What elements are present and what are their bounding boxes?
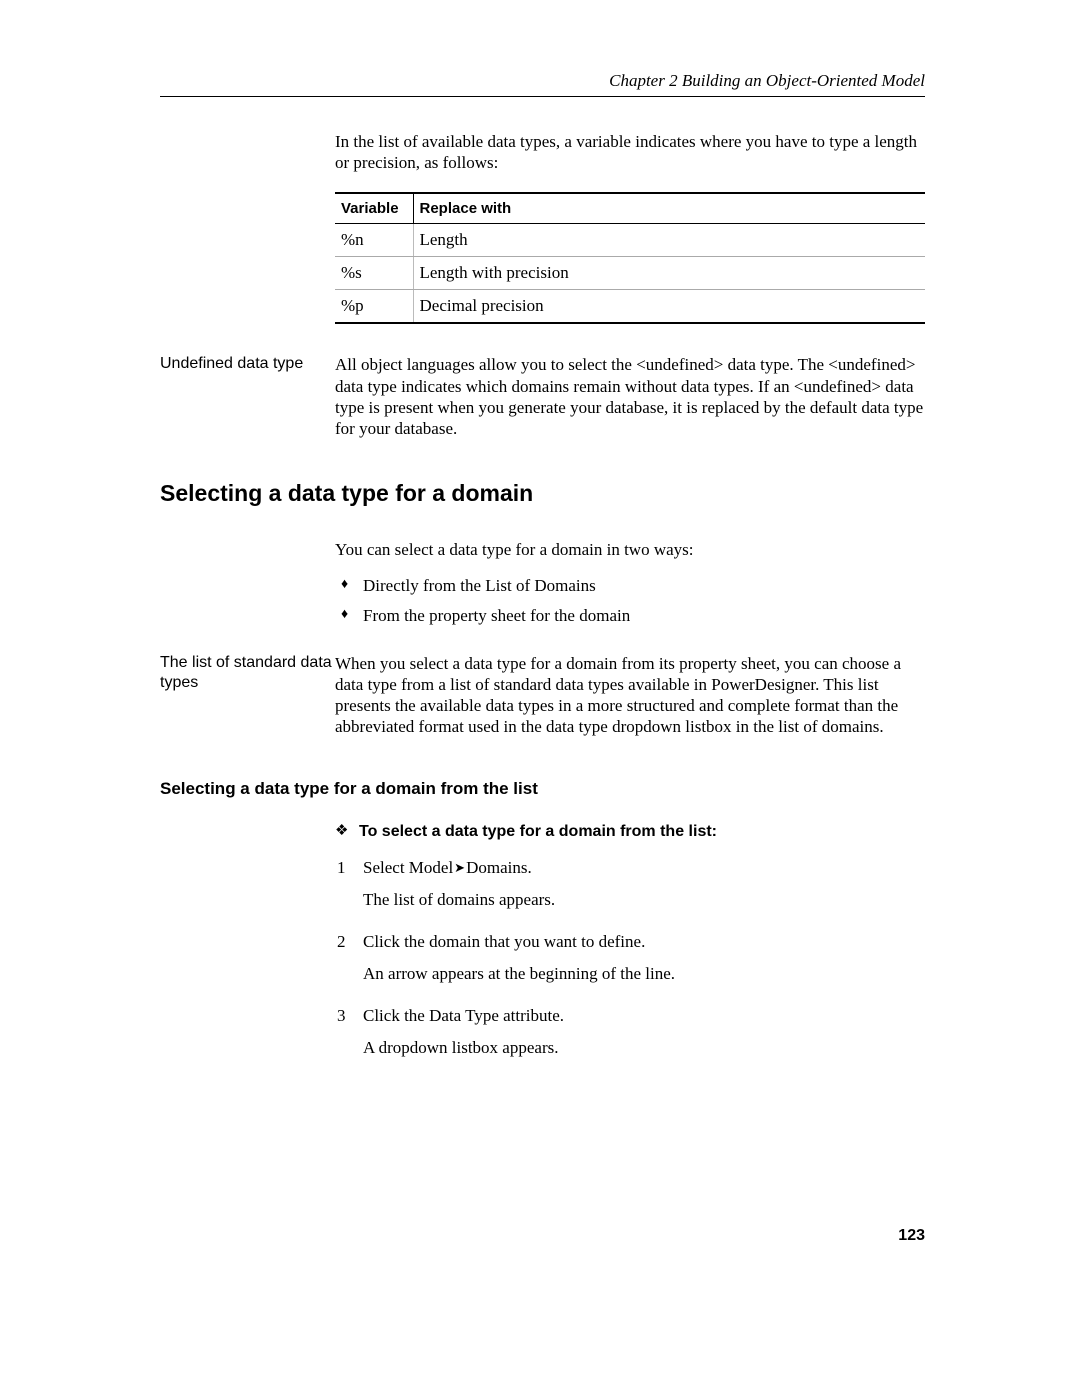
bullet-list: ♦ Directly from the List of Domains ♦ Fr… xyxy=(335,575,925,627)
table-row: %s Length with precision xyxy=(335,257,925,290)
intro-block: You can select a data type for a domain … xyxy=(160,539,925,634)
table-cell: %n xyxy=(335,224,413,257)
bullet-text: From the property sheet for the domain xyxy=(363,605,630,627)
step-result: A dropdown listbox appears. xyxy=(363,1037,925,1059)
step-number: 3 xyxy=(335,1005,363,1027)
variable-table: Variable Replace with %n Length %s Lengt… xyxy=(335,192,925,325)
page-number: 123 xyxy=(898,1226,925,1247)
step-number: 1 xyxy=(335,857,363,879)
step: 3 Click the Data Type attribute. A dropd… xyxy=(335,1005,925,1059)
table-cell: %s xyxy=(335,257,413,290)
list-item: ♦ From the property sheet for the domain xyxy=(335,605,925,627)
side-body: When you select a data type for a domain… xyxy=(335,653,925,738)
menu-arrow-icon: ➤ xyxy=(453,860,466,875)
step-action: Select Model➤Domains. xyxy=(363,857,925,879)
step-number: 2 xyxy=(335,931,363,953)
list-item: ♦ Directly from the List of Domains xyxy=(335,575,925,597)
block2-intro: You can select a data type for a domain … xyxy=(335,539,925,560)
side-label: Undefined data type xyxy=(160,354,335,374)
page-content: Chapter 2 Building an Object-Oriented Mo… xyxy=(0,0,1080,1059)
step: 1 Select Model➤Domains. The list of doma… xyxy=(335,857,925,911)
table-cell: Length xyxy=(413,224,925,257)
procedure-steps: 1 Select Model➤Domains. The list of doma… xyxy=(335,857,925,1060)
section-heading: Selecting a data type for a domain xyxy=(160,479,925,509)
side-body: All object languages allow you to select… xyxy=(335,354,925,439)
step-action: Click the domain that you want to define… xyxy=(363,931,925,953)
table-cell: %p xyxy=(335,290,413,324)
table-row: %n Length xyxy=(335,224,925,257)
table-cell: Decimal precision xyxy=(413,290,925,324)
side-label: The list of standard data types xyxy=(160,653,335,693)
table-row: %p Decimal precision xyxy=(335,290,925,324)
bullet-icon: ♦ xyxy=(335,575,363,595)
table-header-replace: Replace with xyxy=(413,193,925,224)
bullet-text: Directly from the List of Domains xyxy=(363,575,596,597)
step-result: The list of domains appears. xyxy=(363,889,925,911)
table-header-variable: Variable xyxy=(335,193,413,224)
table-cell: Length with precision xyxy=(413,257,925,290)
procedure-icon: ❖ xyxy=(335,822,359,842)
step: 2 Click the domain that you want to defi… xyxy=(335,931,925,985)
bullet-icon: ♦ xyxy=(335,605,363,625)
step-action-post: Domains. xyxy=(466,858,532,877)
side-block-undefined: Undefined data type All object languages… xyxy=(160,354,925,439)
step-action: Click the Data Type attribute. xyxy=(363,1005,925,1027)
side-block-standard-types: The list of standard data types When you… xyxy=(160,653,925,738)
running-head: Chapter 2 Building an Object-Oriented Mo… xyxy=(160,70,925,92)
intro-paragraph: In the list of available data types, a v… xyxy=(335,131,925,174)
step-result: An arrow appears at the beginning of the… xyxy=(363,963,925,985)
subsection-heading: Selecting a data type for a domain from … xyxy=(160,778,925,800)
procedure-title: To select a data type for a domain from … xyxy=(359,822,717,843)
header-rule xyxy=(160,96,925,97)
procedure-title-row: ❖ To select a data type for a domain fro… xyxy=(335,822,925,843)
step-action-pre: Select Model xyxy=(363,858,453,877)
